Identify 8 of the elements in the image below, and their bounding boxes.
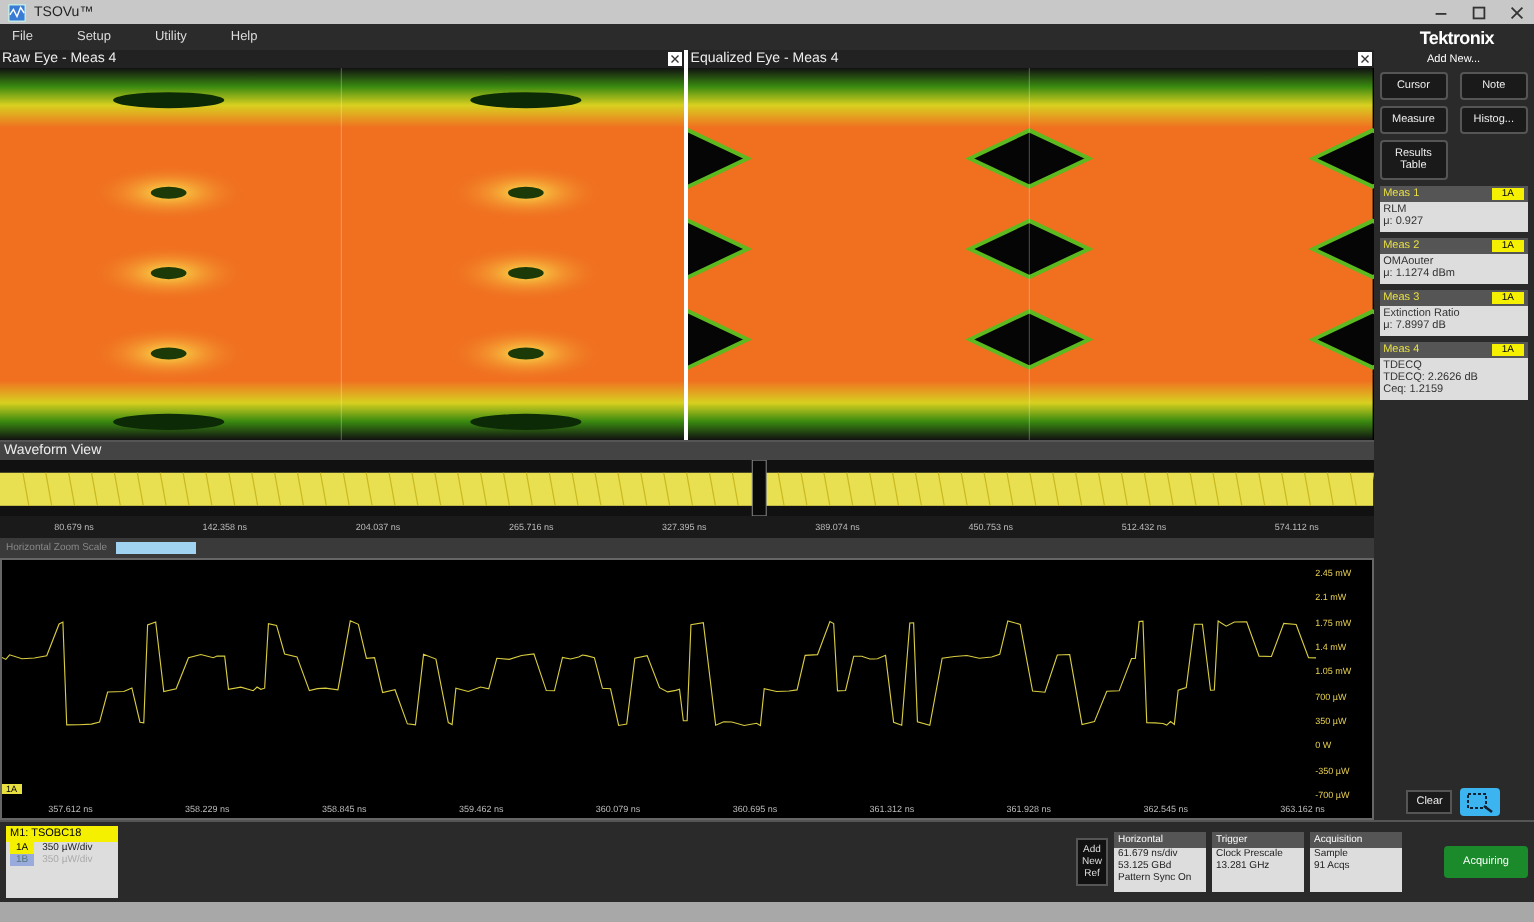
close-icon[interactable] xyxy=(668,52,683,66)
close-icon[interactable] xyxy=(1508,3,1526,21)
maximize-icon[interactable] xyxy=(1470,3,1488,21)
close-icon[interactable] xyxy=(1357,52,1372,66)
zoom-scale-field[interactable] xyxy=(115,542,196,554)
logo: Tektronix xyxy=(1419,27,1494,47)
app-icon xyxy=(8,3,26,21)
zoom-icon[interactable] xyxy=(1460,788,1501,816)
